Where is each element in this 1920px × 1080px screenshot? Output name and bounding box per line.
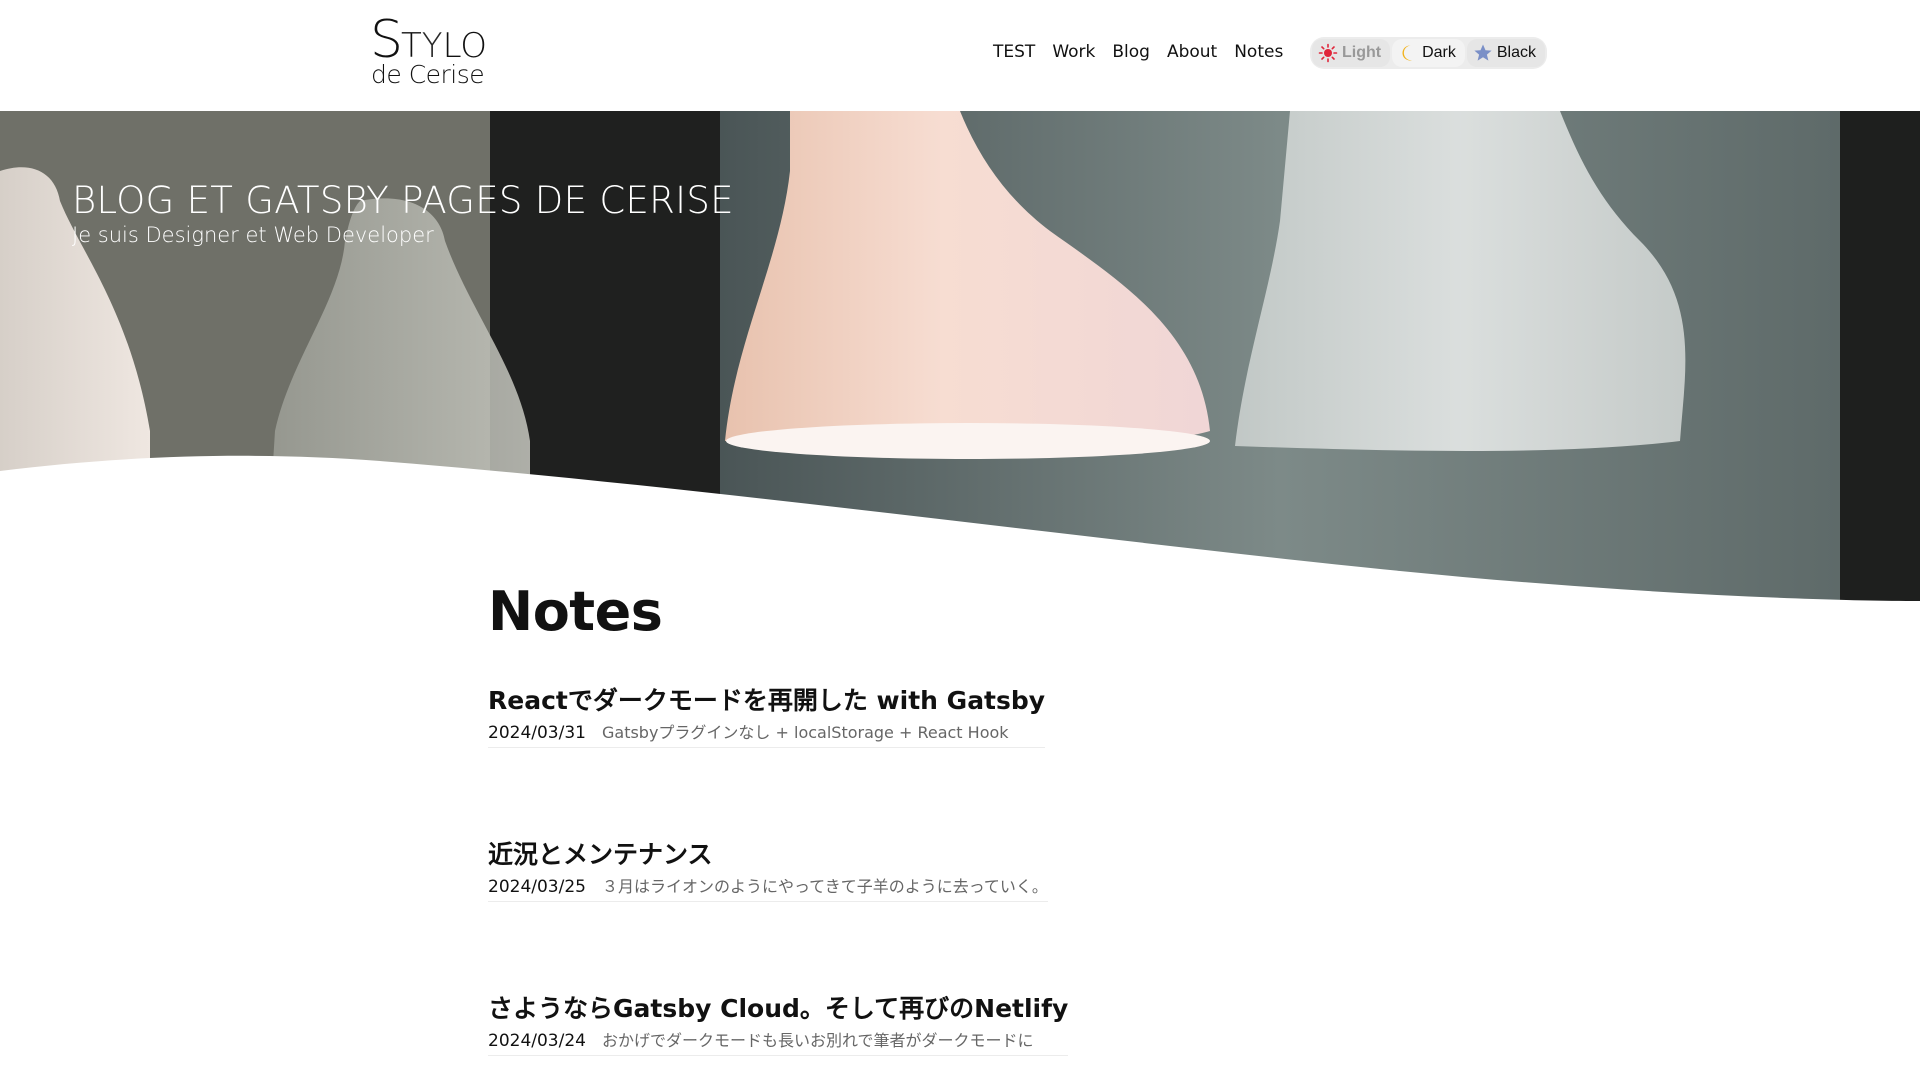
note-title[interactable]: 近況とメンテナンス: [488, 838, 1048, 872]
note-title[interactable]: さようならGatsby Cloud。そして再びのNetlify: [488, 992, 1068, 1026]
theme-black-label: Black: [1496, 44, 1536, 61]
nav-item-test[interactable]: TEST: [993, 40, 1035, 64]
star-icon: [1474, 44, 1492, 61]
logo-wordmark: STYLO: [370, 14, 487, 66]
theme-dark-button[interactable]: Dark: [1392, 39, 1465, 67]
moon-icon: [1402, 45, 1413, 61]
logo-subtitle: de Cerise: [371, 60, 485, 89]
note-item[interactable]: Reactでダークモードを再開した with Gatsby 2024/03/31…: [488, 684, 1046, 748]
page-title: Notes: [488, 580, 663, 643]
hero-subtitle: Je suis Designer et Web Developer: [72, 223, 434, 247]
nav-item-work[interactable]: Work: [1052, 40, 1095, 64]
note-meta: 2024/03/24 おかげでダークモードも長いお別れで筆者がダークモードに: [488, 1027, 1069, 1056]
note-date: 2024/03/31: [488, 723, 586, 743]
note-excerpt: Gatsbyプラグインなし + localStorage + React Hoo…: [601, 723, 1009, 742]
theme-switcher: Light Dark Black: [1310, 37, 1547, 69]
nav-item-blog[interactable]: Blog: [1112, 40, 1150, 64]
note-excerpt: おかげでダークモードも長いお別れで筆者がダークモードに: [601, 1031, 1034, 1050]
note-meta: 2024/03/25 ３月はライオンのようにやってきて子羊のように去っていく。: [488, 873, 1048, 902]
note-date: 2024/03/24: [488, 1031, 586, 1051]
note-meta: 2024/03/31 Gatsbyプラグインなし + localStorage …: [488, 719, 1046, 748]
note-date: 2024/03/25: [488, 877, 586, 897]
theme-black-button[interactable]: Black: [1466, 39, 1545, 67]
theme-light-button[interactable]: Light: [1312, 39, 1391, 67]
nav-item-about[interactable]: About: [1167, 40, 1217, 64]
sun-icon: [1318, 43, 1338, 63]
nav-item-notes[interactable]: Notes: [1234, 40, 1283, 64]
main-content: Notes Reactでダークモードを再開した with Gatsby 2024…: [488, 580, 1188, 1056]
theme-dark-label: Dark: [1422, 44, 1456, 61]
hero-banner: BLOG ET GATSBY PAGES DE CERISE Je suis D…: [0, 111, 1920, 601]
theme-light-label: Light: [1342, 44, 1382, 61]
note-item[interactable]: さようならGatsby Cloud。そして再びのNetlify 2024/03/…: [488, 992, 1069, 1056]
main-nav: TEST Work Blog About Notes: [993, 40, 1283, 64]
notes-list: Reactでダークモードを再開した with Gatsby 2024/03/31…: [488, 684, 1188, 1056]
hero-title: BLOG ET GATSBY PAGES DE CERISE: [72, 179, 734, 222]
note-item[interactable]: 近況とメンテナンス 2024/03/25 ３月はライオンのようにやってきて子羊の…: [488, 838, 1048, 902]
note-title[interactable]: Reactでダークモードを再開した with Gatsby: [488, 684, 1045, 718]
note-excerpt: ３月はライオンのようにやってきて子羊のように去っていく。: [601, 877, 1048, 896]
site-logo[interactable]: STYLO de Cerise: [370, 14, 500, 94]
site-header: STYLO de Cerise TEST Work Blog About Not…: [0, 0, 1920, 111]
